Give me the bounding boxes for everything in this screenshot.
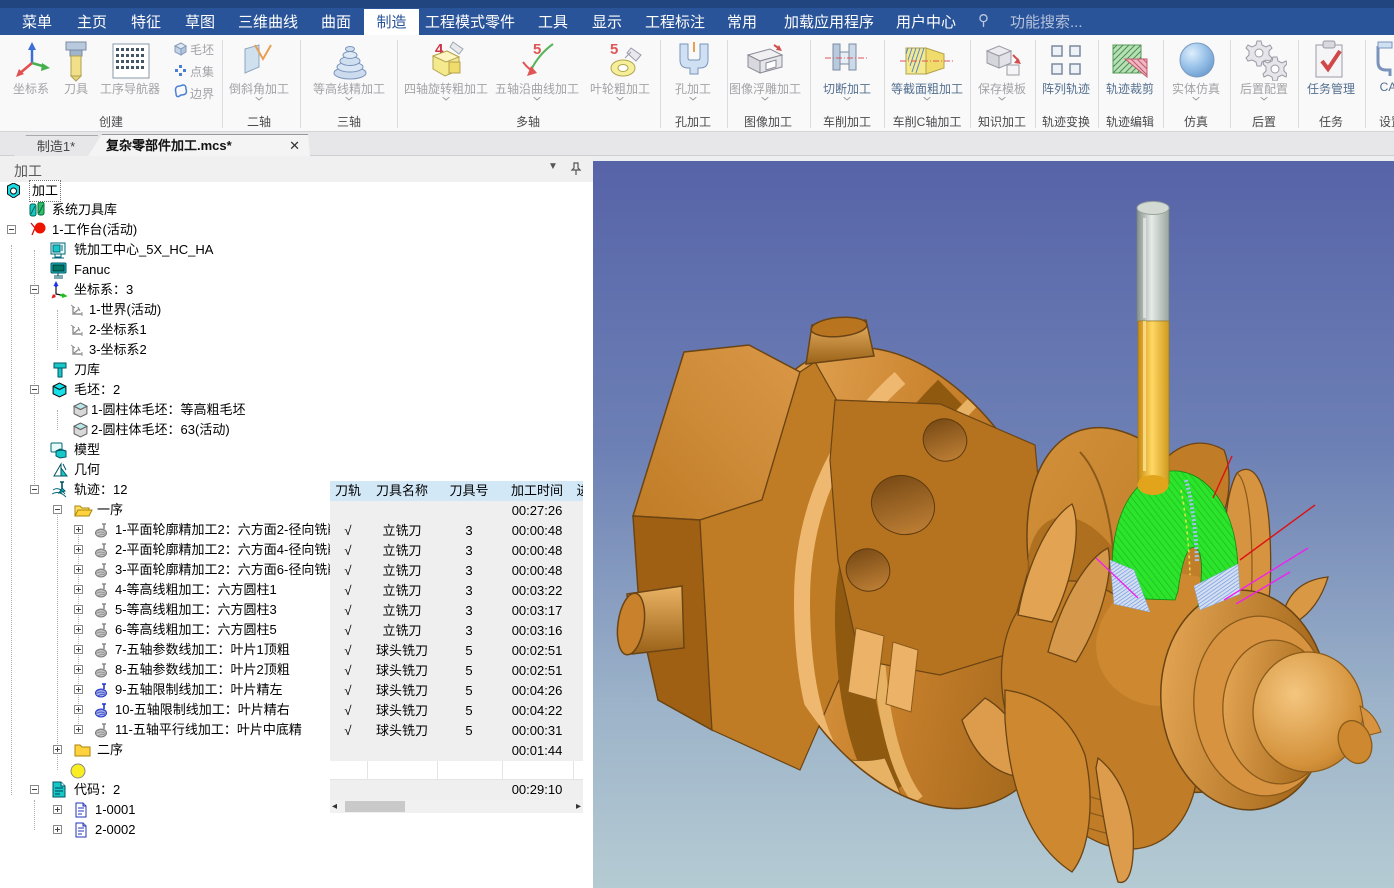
svg-text:边界: 边界 xyxy=(190,87,214,101)
svg-text:5: 5 xyxy=(610,41,618,58)
svg-text:点集: 点集 xyxy=(190,64,214,79)
svg-text:毛坯: 毛坯 xyxy=(190,43,214,57)
